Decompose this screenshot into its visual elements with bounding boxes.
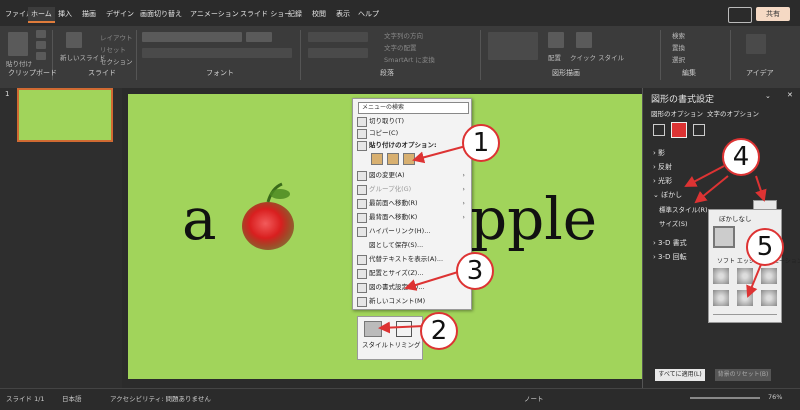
arrow-5 — [746, 261, 763, 298]
arrow-4c — [755, 175, 767, 202]
status-slide-count: スライド 1/1 — [6, 395, 45, 403]
zoom-slider[interactable] — [690, 397, 760, 399]
annotation-arrows — [378, 145, 767, 334]
status-zoom[interactable]: 76% — [768, 393, 782, 401]
callout-3: 3 — [456, 252, 494, 290]
callout-5: 5 — [746, 228, 784, 266]
arrow-2 — [378, 321, 425, 334]
callout-1: 1 — [462, 124, 500, 162]
arrow-1 — [412, 145, 467, 164]
callout-2: 2 — [420, 312, 458, 350]
arrow-3 — [404, 271, 459, 291]
status-accessibility[interactable]: アクセシビリティ: 問題ありません — [110, 393, 211, 403]
status-notes[interactable]: ノート — [524, 393, 544, 403]
callout-4: 4 — [722, 138, 760, 176]
arrow-4b — [694, 175, 729, 204]
status-language[interactable]: 日本語 — [62, 393, 82, 403]
